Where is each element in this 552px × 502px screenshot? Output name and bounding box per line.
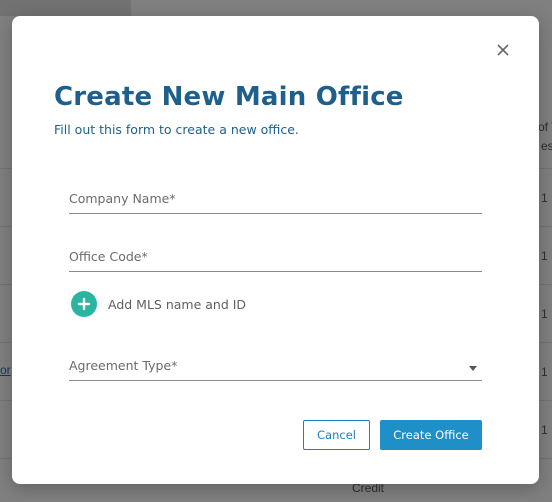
agreement-type-select[interactable]: Agreement Type* — [69, 355, 482, 381]
plus-circle-icon — [71, 291, 97, 317]
add-mls-label: Add MLS name and ID — [108, 296, 247, 312]
cancel-button[interactable]: Cancel — [303, 420, 370, 450]
create-office-modal: Create New Main Office Fill out this for… — [12, 16, 539, 484]
company-name-input[interactable] — [69, 188, 482, 213]
modal-subtitle: Fill out this form to create a new offic… — [54, 122, 299, 137]
create-office-button[interactable]: Create Office — [380, 420, 482, 450]
dropdown-arrow-icon — [469, 366, 477, 371]
close-icon[interactable] — [493, 40, 513, 60]
office-code-input[interactable] — [69, 246, 482, 271]
company-name-field[interactable]: Company Name* — [69, 188, 482, 214]
add-mls-button[interactable]: Add MLS name and ID — [71, 290, 246, 318]
office-code-field[interactable]: Office Code* — [69, 246, 482, 272]
modal-title: Create New Main Office — [54, 82, 404, 112]
agreement-type-label: Agreement Type* — [69, 358, 178, 373]
